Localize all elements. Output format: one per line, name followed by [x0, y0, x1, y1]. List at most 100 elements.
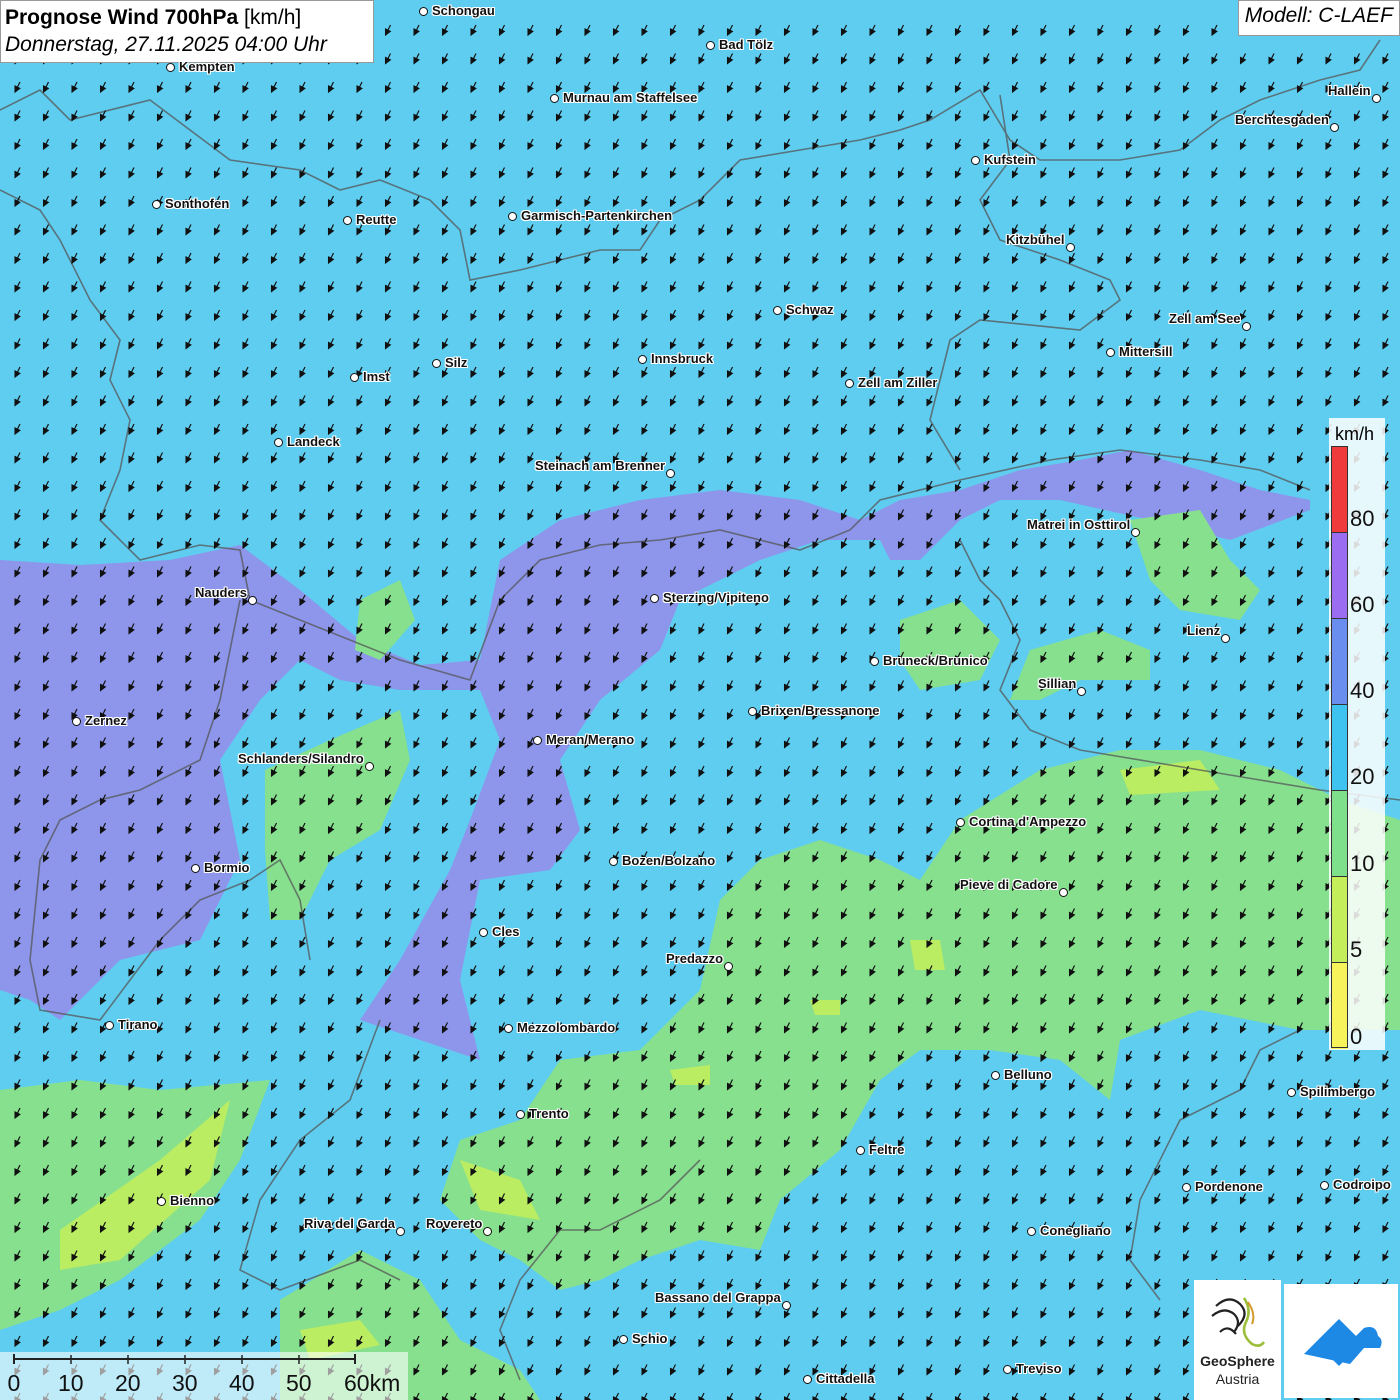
city-label: Innsbruck [651, 351, 714, 366]
city-marker [248, 596, 257, 605]
weather-app-logo[interactable] [1284, 1284, 1398, 1398]
city-marker [1242, 322, 1251, 331]
city-label: Bormio [204, 860, 250, 875]
city-label: Mittersill [1119, 344, 1173, 359]
city-marker [1106, 348, 1115, 357]
city-marker [396, 1227, 405, 1236]
city-marker [748, 707, 757, 716]
city-marker [72, 717, 81, 726]
city-label: Lienz [1187, 623, 1221, 638]
city-marker [724, 962, 733, 971]
city-label: Kitzbühel [1006, 232, 1065, 247]
city-marker [991, 1071, 1000, 1080]
city-marker [365, 762, 374, 771]
city-label: Cles [492, 924, 520, 939]
city-label: Tirano [118, 1017, 158, 1032]
city-marker [609, 857, 618, 866]
city-marker [1287, 1088, 1296, 1097]
city-marker [350, 373, 359, 382]
city-label: Cittadella [816, 1371, 875, 1386]
city-label: Sillian [1038, 676, 1077, 691]
city-label: Bassano del Grappa [655, 1290, 781, 1305]
city-label: Bad Tölz [719, 37, 774, 52]
legend-tick-label: 60 [1350, 592, 1375, 617]
city-marker [343, 216, 352, 225]
legend-tick-label: 0 [1350, 1024, 1363, 1049]
map-title: Prognose Wind 700hPa [km/h] [5, 4, 369, 31]
city-marker [856, 1146, 865, 1155]
city-label: Kempten [179, 59, 235, 74]
city-label: Zell am Ziller [858, 375, 938, 390]
legend-tick-label: 80 [1350, 506, 1375, 531]
city-marker [619, 1335, 628, 1344]
legend-unit: km/h [1335, 424, 1375, 444]
city-label: Meran/Merano [546, 732, 635, 747]
city-marker [1077, 687, 1086, 696]
city-marker [666, 469, 675, 478]
city-label: Mezzolombardo [517, 1020, 616, 1035]
legend-tick-label: 5 [1350, 937, 1363, 962]
city-label: Bozen/Bolzano [622, 853, 716, 868]
map-title-box: Prognose Wind 700hPa [km/h] Donnerstag, … [0, 0, 374, 63]
city-label: Conegliano [1040, 1223, 1111, 1238]
city-marker [274, 438, 283, 447]
title-unit: [km/h] [244, 6, 302, 29]
city-marker [1027, 1227, 1036, 1236]
city-marker [550, 94, 559, 103]
city-label: Steinach am Brenner [535, 458, 666, 473]
city-label: Garmisch-Partenkirchen [521, 208, 673, 223]
city-label: Hallein [1328, 83, 1371, 98]
city-marker [1320, 1181, 1329, 1190]
city-label: Cortina d'Ampezzo [969, 814, 1087, 829]
city-label: Schio [632, 1331, 668, 1346]
city-label: Pordenone [1195, 1179, 1263, 1194]
city-label: Trento [529, 1106, 569, 1121]
city-label: Bienno [170, 1193, 215, 1208]
city-marker [479, 928, 488, 937]
city-marker [191, 864, 200, 873]
city-label: Codroipo [1333, 1177, 1391, 1192]
geosphere-logo[interactable]: GeoSphere Austria [1194, 1280, 1281, 1400]
forecast-datetime: Donnerstag, 27.11.2025 04:00 Uhr [5, 33, 327, 56]
scale-label: 0 [7, 1370, 21, 1396]
city-label: Zernez [85, 713, 127, 728]
city-label: Landeck [287, 434, 340, 449]
city-marker [166, 63, 175, 72]
city-marker [483, 1227, 492, 1236]
scale-label: 50 [286, 1370, 312, 1396]
city-marker [1003, 1365, 1012, 1374]
city-label: Sonthofen [165, 196, 230, 211]
legend-tick-label: 20 [1350, 764, 1375, 789]
legend-tick-label: 10 [1350, 851, 1375, 876]
city-marker [105, 1021, 114, 1030]
city-marker [1372, 94, 1381, 103]
city-marker [1221, 634, 1230, 643]
scale-label: 40 [229, 1370, 255, 1396]
model-label: Modell: C-LAEF [1237, 0, 1400, 36]
city-label: Spilimbergo [1300, 1084, 1376, 1099]
city-label: Feltre [869, 1142, 905, 1157]
wind-forecast-map[interactable]: Prognose Wind 700hPa [km/h] Donnerstag, … [0, 0, 1400, 1400]
city-marker [782, 1301, 791, 1310]
city-marker [1330, 123, 1339, 132]
city-marker [773, 306, 782, 315]
city-marker [419, 7, 428, 16]
city-marker [638, 355, 647, 364]
city-label: Zell am See [1169, 311, 1241, 326]
city-marker [516, 1110, 525, 1119]
city-marker [650, 594, 659, 603]
scale-label: 20 [115, 1370, 141, 1396]
city-label: Imst [363, 369, 390, 384]
city-label: Reutte [356, 212, 397, 227]
city-marker [1059, 888, 1068, 897]
city-marker [956, 818, 965, 827]
city-label: Kufstein [984, 152, 1036, 167]
legend-outline [1331, 446, 1348, 1048]
city-marker [157, 1197, 166, 1206]
city-marker [504, 1024, 513, 1033]
cloud-arrow-icon [1304, 1319, 1382, 1366]
city-marker [706, 41, 715, 50]
city-marker [508, 212, 517, 221]
city-marker [533, 736, 542, 745]
scale-label: 10 [58, 1370, 84, 1396]
